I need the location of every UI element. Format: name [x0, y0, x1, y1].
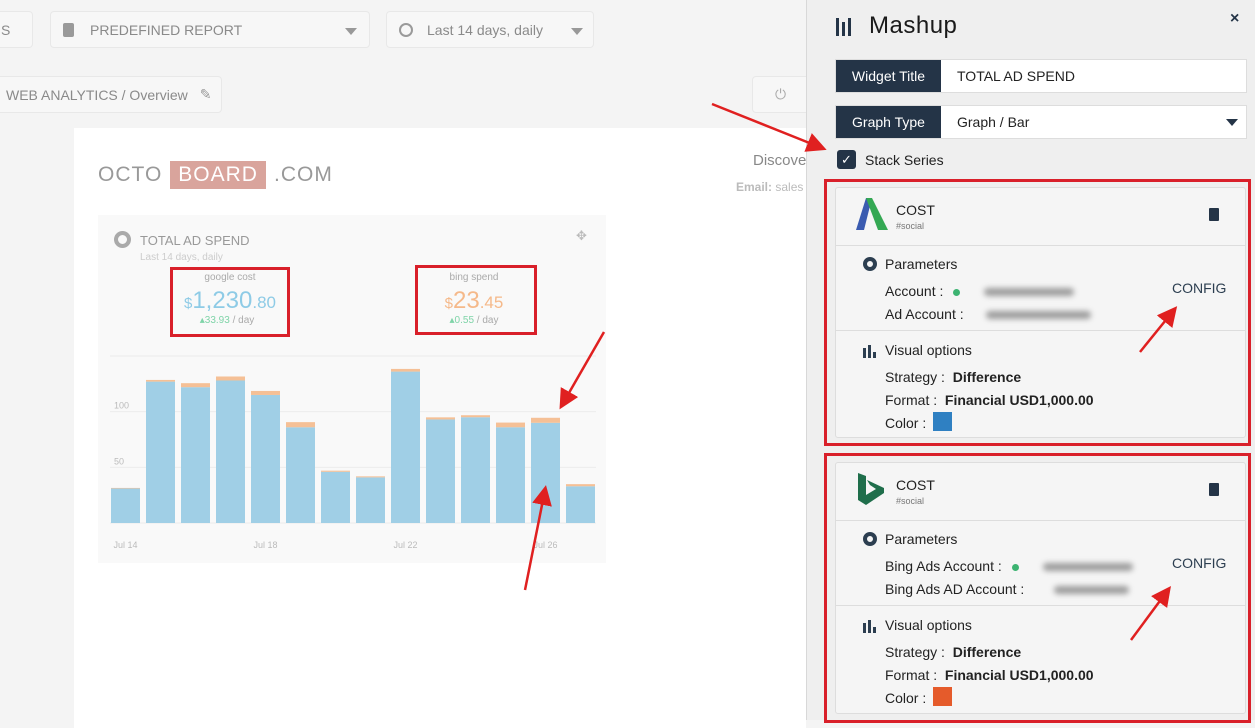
bar-bing: [461, 415, 490, 418]
bar-google: [531, 422, 560, 523]
bar-google: [111, 488, 140, 523]
x-tick-label: Jul 14: [113, 540, 137, 550]
bar-bing: [111, 487, 140, 489]
mashup-icon: [836, 18, 852, 36]
bar-google: [146, 381, 175, 523]
bar-bing: [356, 476, 385, 478]
stack-series-label: Stack Series: [865, 152, 944, 168]
bar-bing: [426, 417, 455, 420]
bar-google: [216, 380, 245, 523]
bar-bing: [146, 379, 175, 382]
bar-bing: [286, 422, 315, 428]
panel-title: Mashup: [869, 12, 958, 39]
bar-google: [461, 417, 490, 523]
bar-bing: [566, 484, 595, 487]
close-icon[interactable]: ×: [1230, 10, 1239, 28]
bar-bing: [251, 390, 280, 395]
bar-bing: [391, 368, 420, 372]
y-tick-label: 100: [114, 401, 129, 411]
bar-google: [496, 427, 525, 523]
x-tick-label: Jul 18: [253, 540, 277, 550]
x-tick-label: Jul 22: [393, 540, 417, 550]
bar-google: [286, 427, 315, 523]
bar-bing: [531, 417, 560, 423]
x-tick-label: Jul 26: [533, 540, 557, 550]
bar-google: [566, 486, 595, 523]
graph-type-select[interactable]: Graph Type Graph / Bar: [835, 105, 1247, 139]
bar-google: [321, 471, 350, 523]
annotation-box: [824, 179, 1251, 446]
bar-bing: [181, 383, 210, 388]
bar-bing: [496, 422, 525, 428]
bar-google: [391, 371, 420, 523]
bar-google: [426, 419, 455, 523]
bar-chart: 50 100 Jul 14 Jul 18 Jul 22 Jul 26: [110, 355, 596, 550]
bar-bing: [321, 470, 350, 472]
bar-bing: [216, 376, 245, 381]
stack-series-checkbox[interactable]: ✓: [837, 150, 856, 169]
bar-google: [356, 477, 385, 523]
y-tick-label: 50: [114, 456, 124, 466]
bar-google: [251, 394, 280, 523]
widget-title-field[interactable]: Widget Title TOTAL AD SPEND: [835, 59, 1247, 93]
annotation-box: [824, 453, 1251, 723]
bar-google: [181, 387, 210, 523]
chevron-down-icon: [1226, 119, 1238, 126]
